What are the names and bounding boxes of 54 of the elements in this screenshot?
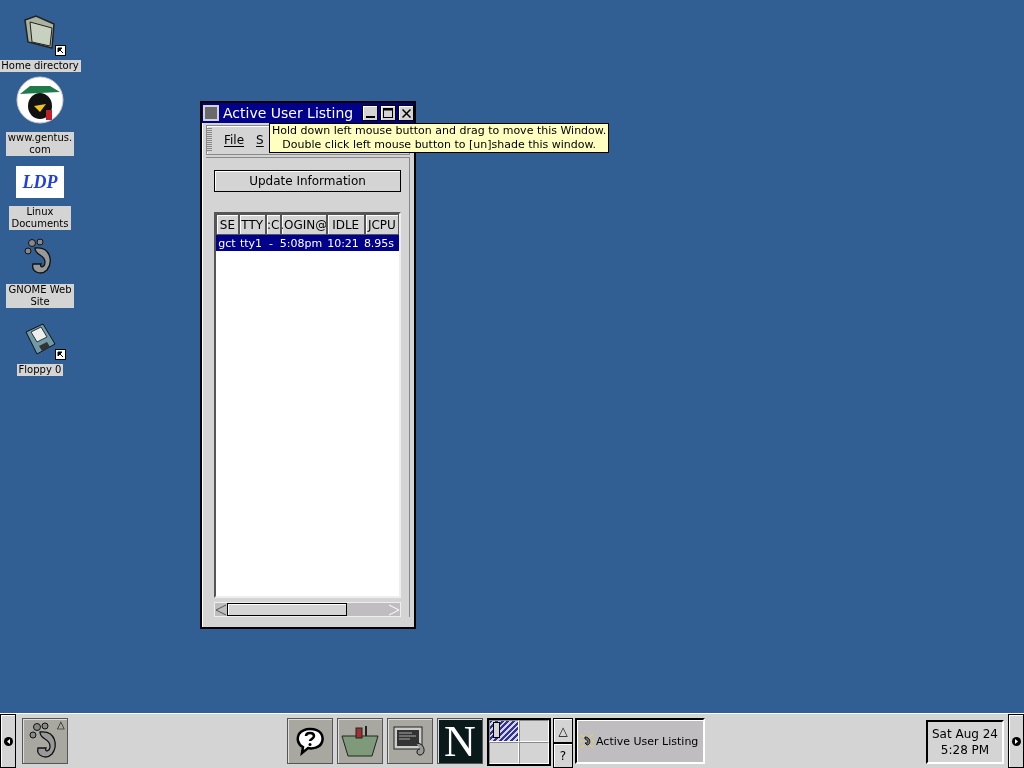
main-menu-button[interactable]: △	[22, 718, 68, 764]
task-button[interactable]: Active User Listing	[575, 718, 705, 764]
table-cell: 8.95s	[362, 236, 396, 250]
maximize-icon	[383, 108, 393, 118]
minimize-icon	[365, 115, 375, 118]
terminal-launcher[interactable]	[387, 718, 433, 764]
desktop-icon-label[interactable]: GNOME Web Site	[6, 284, 74, 308]
clock-text: 5:28 PM	[940, 742, 990, 758]
menu-bar-grip[interactable]	[207, 128, 212, 152]
column-header[interactable]: JCPU	[364, 214, 399, 235]
folder-icon[interactable]	[22, 12, 58, 52]
table-cell-text: -	[268, 236, 274, 250]
desktop-icon-label[interactable]: www.gentus. com	[5, 132, 75, 156]
pager-button[interactable]: △	[553, 718, 573, 743]
table-cell: tty1	[238, 236, 264, 250]
desktop-icon-label[interactable]: Home directory	[0, 60, 81, 72]
hide-panel-button[interactable]	[0, 714, 16, 768]
window-title: Active User Listing	[223, 105, 355, 121]
menu-item[interactable]: S	[256, 133, 264, 147]
left-arrow-icon	[3, 736, 13, 746]
table-cell-text: gct	[217, 236, 237, 250]
update-information-button[interactable]: Update Information	[214, 170, 401, 192]
column-header[interactable]: TTY	[238, 214, 266, 235]
minimize-button[interactable]	[362, 105, 378, 121]
tooltip-text: Double click left mouse button to [un]shade this window.	[281, 138, 597, 152]
maximize-button[interactable]	[380, 105, 396, 121]
scrollbar-thumb[interactable]	[227, 603, 347, 616]
scroll-left-icon[interactable]	[215, 603, 227, 616]
tooltip-text: Hold down left mouse button and drag to move this Window.	[272, 124, 607, 138]
title-bar[interactable]: Active User Listing	[202, 103, 414, 123]
menu-item[interactable]: File	[224, 133, 245, 147]
clock[interactable]: Sat Aug 24 5:28 PM	[926, 720, 1004, 764]
column-header[interactable]: .OGIN@	[280, 214, 327, 235]
help-launcher[interactable]	[287, 718, 333, 764]
horizontal-scrollbar[interactable]	[214, 602, 401, 617]
toolbox-launcher[interactable]	[337, 718, 383, 764]
penguin-icon[interactable]	[16, 76, 64, 124]
table-row[interactable]: gct tty1 - 5:08pm 10:21 8.95s	[216, 235, 399, 251]
pager-button[interactable]: ?	[553, 743, 573, 768]
hide-panel-button[interactable]	[1008, 714, 1024, 768]
close-button[interactable]	[398, 105, 414, 121]
column-header[interactable]: SE	[216, 214, 239, 235]
clock-text: Sat Aug 24	[932, 726, 998, 742]
netscape-launcher[interactable]: N	[437, 718, 483, 764]
workspace-pager[interactable]	[487, 718, 551, 766]
desktop-icon-label[interactable]: Floppy 0	[16, 364, 64, 376]
table-cell-text: 10:21	[326, 236, 360, 250]
ldp-logo[interactable]: LDP	[16, 166, 64, 198]
table-cell: 5:08pm	[278, 236, 324, 250]
close-icon	[401, 108, 411, 118]
question-bubble-icon	[294, 726, 326, 756]
column-header[interactable]: IDLE	[326, 214, 365, 235]
desktop-icon-label[interactable]: Linux Documents	[9, 206, 71, 230]
right-arrow-icon	[1011, 736, 1021, 746]
